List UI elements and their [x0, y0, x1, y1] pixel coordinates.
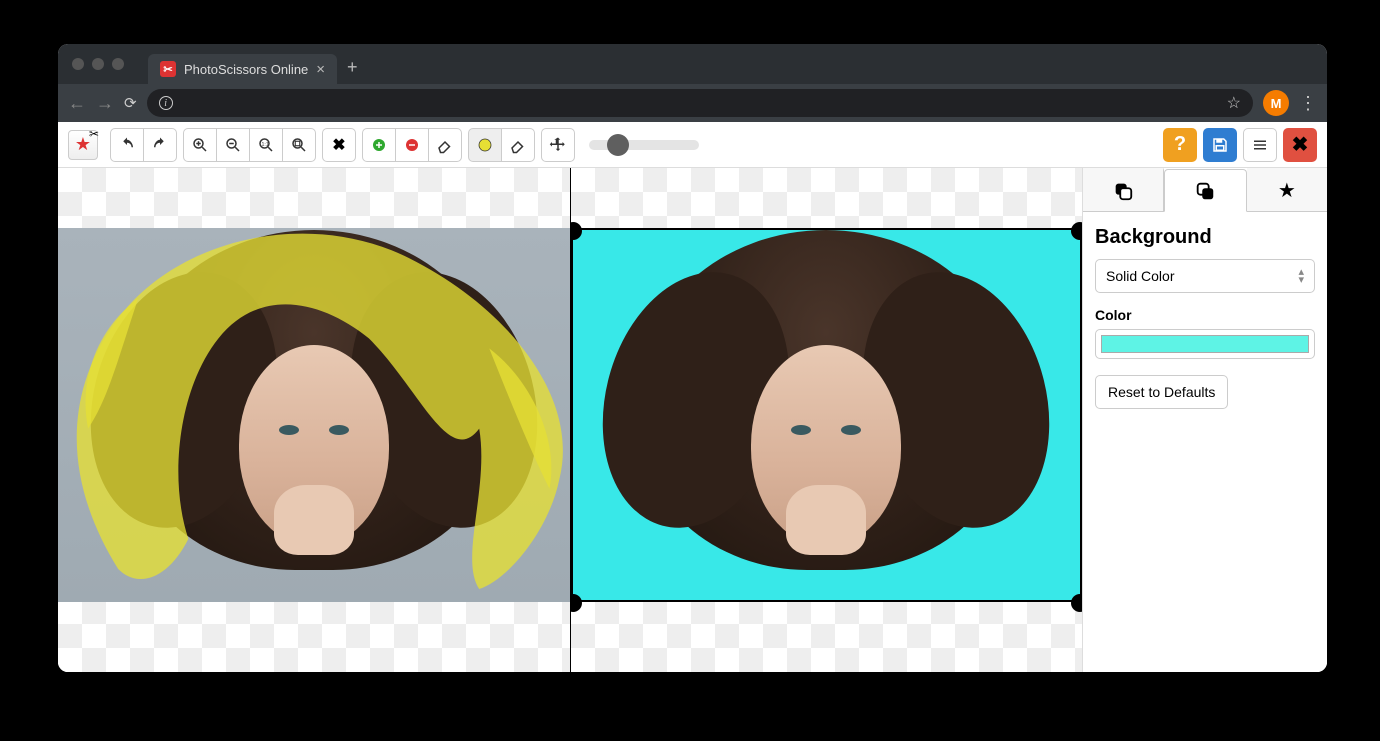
workspace: ★ Background Solid Color ▴▾ Color Reset …	[58, 168, 1327, 672]
bookmark-star-icon[interactable]: ☆	[1227, 93, 1241, 113]
eraser-marker-button[interactable]	[428, 128, 462, 162]
favicon: ✂	[160, 61, 176, 77]
marker-group	[362, 128, 462, 162]
browser-tab[interactable]: ✂ PhotoScissors Online ×	[148, 54, 337, 84]
original-image	[58, 228, 570, 602]
hair-eraser-button[interactable]	[501, 128, 535, 162]
zoom-in-button[interactable]	[183, 128, 217, 162]
close-app-button[interactable]: ✖	[1283, 128, 1317, 162]
hair-marker-overlay	[58, 228, 569, 602]
color-swatch[interactable]	[1101, 335, 1309, 353]
hair-group	[468, 128, 535, 162]
svg-text:1:1: 1:1	[262, 141, 269, 147]
zoom-group: 1:1	[183, 128, 316, 162]
app-toolbar: ★ 1:1	[58, 122, 1327, 168]
save-button[interactable]	[1203, 128, 1237, 162]
properties-body: Background Solid Color ▴▾ Color Reset to…	[1083, 212, 1327, 419]
reset-defaults-button[interactable]: Reset to Defaults	[1095, 375, 1228, 409]
window-traffic-lights[interactable]	[72, 58, 124, 70]
help-button[interactable]: ?	[1163, 128, 1197, 162]
result-pane[interactable]	[571, 168, 1084, 672]
browser-toolbar: ← → ⟳ i ☆ M ⋮	[58, 84, 1327, 122]
slider-thumb[interactable]	[607, 134, 629, 156]
undo-button[interactable]	[110, 128, 144, 162]
hamburger-menu-button[interactable]	[1243, 128, 1277, 162]
redo-button[interactable]	[143, 128, 177, 162]
tab-close-icon[interactable]: ×	[316, 62, 325, 77]
background-marker-button[interactable]	[395, 128, 429, 162]
new-tab-button[interactable]: +	[347, 57, 358, 78]
site-info-icon[interactable]: i	[159, 96, 173, 110]
crop-handle-top-right[interactable]	[1071, 222, 1083, 240]
tab-favorites[interactable]: ★	[1247, 168, 1327, 211]
color-label: Color	[1095, 307, 1315, 323]
original-pane[interactable]	[58, 168, 571, 672]
tab-foreground[interactable]	[1083, 168, 1164, 211]
result-image	[571, 228, 1083, 602]
chevron-updown-icon: ▴▾	[1298, 268, 1304, 284]
properties-panel: ★ Background Solid Color ▴▾ Color Reset …	[1083, 168, 1327, 672]
brush-size-slider[interactable]	[589, 140, 699, 150]
hair-marker-button[interactable]	[468, 128, 502, 162]
tab-title: PhotoScissors Online	[184, 62, 308, 77]
app-logo: ★	[68, 130, 98, 160]
profile-avatar[interactable]: M	[1263, 90, 1289, 116]
select-value: Solid Color	[1106, 268, 1174, 284]
crop-handle-bottom-right[interactable]	[1071, 594, 1083, 612]
address-bar[interactable]: i ☆	[147, 89, 1253, 117]
foreground-marker-button[interactable]	[362, 128, 396, 162]
clear-button[interactable]: ✖	[322, 128, 356, 162]
zoom-out-button[interactable]	[216, 128, 250, 162]
move-tool-button[interactable]	[541, 128, 575, 162]
tab-background[interactable]	[1164, 169, 1246, 212]
undo-redo-group	[110, 128, 177, 162]
star-icon: ★	[1278, 178, 1296, 203]
reload-button[interactable]: ⟳	[124, 94, 137, 112]
properties-tabs: ★	[1083, 168, 1327, 212]
browser-menu-icon[interactable]: ⋮	[1299, 93, 1317, 114]
app-root: ★ 1:1	[58, 122, 1327, 672]
browser-window: ✂ PhotoScissors Online × + ← → ⟳ i ☆ M ⋮…	[58, 44, 1327, 672]
browser-tab-strip: ✂ PhotoScissors Online × +	[58, 44, 1327, 84]
back-button[interactable]: ←	[68, 93, 86, 114]
zoom-fit-button[interactable]	[282, 128, 316, 162]
panel-heading: Background	[1095, 226, 1315, 249]
color-swatch-field[interactable]	[1095, 329, 1315, 359]
zoom-actual-button[interactable]: 1:1	[249, 128, 283, 162]
canvas-panes	[58, 168, 1083, 672]
background-mode-select[interactable]: Solid Color ▴▾	[1095, 259, 1315, 293]
forward-button[interactable]: →	[96, 93, 114, 114]
